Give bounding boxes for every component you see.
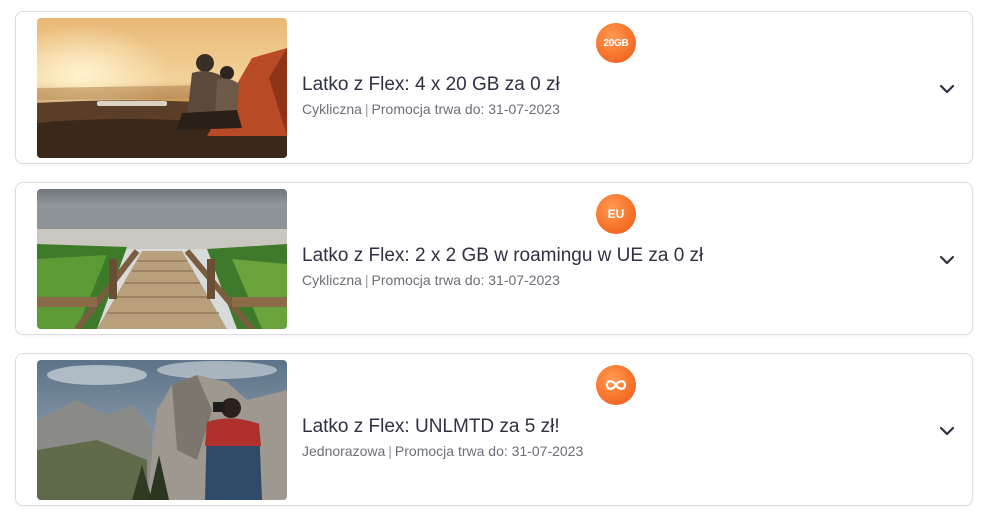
chevron-down-icon[interactable] (936, 78, 958, 100)
beach-boardwalk-stairs-image (37, 189, 287, 329)
promo-end-date: Promocja trwa do: 31-07-2023 (394, 443, 584, 459)
eu-badge-icon: EU (596, 194, 636, 234)
offer-subtitle: Cykliczna | Promocja trwa do: 31-07-2023 (302, 101, 560, 117)
offer-card-unlmtd[interactable]: Latko z Flex: UNLMTD za 5 zł! Jednorazow… (15, 353, 973, 506)
offer-card-20gb[interactable]: 20GB Latko z Flex: 4 x 20 GB za 0 zł Cyk… (15, 11, 973, 164)
20gb-badge-icon: 20GB (596, 23, 636, 63)
chevron-down-icon[interactable] (936, 420, 958, 442)
sunset-beach-tent-couple-image (37, 18, 287, 158)
offer-type: Cykliczna (302, 272, 362, 288)
offer-title: Latko z Flex: 4 x 20 GB za 0 zł (302, 74, 560, 95)
offer-type: Cykliczna (302, 101, 362, 117)
promo-end-date: Promocja trwa do: 31-07-2023 (371, 272, 560, 288)
chevron-down-icon[interactable] (936, 249, 958, 271)
mountain-photographer-image (37, 360, 287, 500)
offer-subtitle: Cykliczna | Promocja trwa do: 31-07-2023 (302, 272, 560, 288)
infinity-icon (596, 365, 636, 405)
offer-title: Latko z Flex: 2 x 2 GB w roamingu w UE z… (302, 245, 704, 266)
offer-subtitle: Jednorazowa | Promocja trwa do: 31-07-2023 (302, 443, 583, 459)
offer-title: Latko z Flex: UNLMTD za 5 zł! (302, 416, 560, 437)
separator: | (388, 443, 392, 459)
separator: | (364, 101, 369, 117)
separator: | (364, 272, 369, 288)
offer-type: Jednorazowa (302, 443, 386, 459)
offer-card-eu-roaming[interactable]: EU Latko z Flex: 2 x 2 GB w roamingu w U… (15, 182, 973, 335)
promo-end-date: Promocja trwa do: 31-07-2023 (371, 101, 560, 117)
